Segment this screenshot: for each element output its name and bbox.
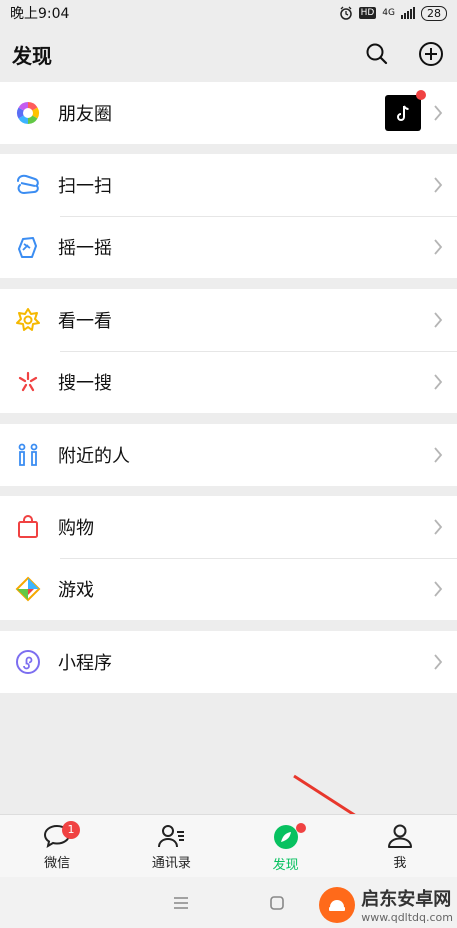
chevron-right-icon (434, 581, 443, 597)
me-icon (387, 824, 412, 848)
search-button[interactable] (363, 40, 391, 68)
chevron-right-icon (434, 654, 443, 670)
search-icon (14, 368, 42, 396)
mini-programs-group: 小程序 (0, 631, 457, 693)
menu-item-label: 朋友圈 (58, 104, 112, 125)
tab-label: 我 (393, 856, 407, 871)
watermark: 启东安卓网 www.qdltdq.com (319, 885, 453, 924)
shopping-games-group: 购物 游戏 (0, 496, 457, 620)
menu-item-label: 小程序 (58, 653, 112, 674)
chevron-right-icon (434, 447, 443, 463)
menu-item-shake[interactable]: 摇一摇 (0, 216, 457, 278)
tab-me[interactable]: 我 (343, 815, 457, 878)
menu-item-moments[interactable]: 朋友圈 (0, 82, 457, 144)
games-icon (14, 575, 42, 603)
chevron-right-icon (434, 519, 443, 535)
tab-label: 通讯录 (151, 856, 191, 871)
menu-item-label: 游戏 (58, 580, 94, 601)
page-title: 发现 (12, 43, 52, 68)
new-post-dot (416, 90, 426, 100)
shopping-icon (14, 513, 42, 541)
status-time: 晚上9:04 (10, 6, 70, 22)
alarm-icon (339, 6, 352, 20)
contacts-icon (158, 825, 185, 848)
unread-badge: 1 (62, 821, 80, 839)
watermark-logo-icon (319, 886, 356, 923)
tab-contacts[interactable]: 通讯录 (114, 815, 228, 878)
menu-item-people-nearby[interactable]: 附近的人 (0, 424, 457, 486)
battery-indicator: 28 (421, 5, 447, 21)
top-bar: 发现 (0, 26, 457, 82)
add-button[interactable] (417, 40, 445, 68)
menu-item-label: 扫一扫 (58, 176, 112, 197)
chevron-right-icon (434, 177, 443, 193)
moments-group: 朋友圈 (0, 82, 457, 144)
tab-label: 微信 (44, 856, 71, 871)
status-icons: HD 4G 28 (339, 5, 447, 21)
plus-circle-icon (419, 42, 443, 66)
status-bar: 晚上9:04 HD 4G 28 (0, 0, 457, 26)
new-dot (295, 823, 306, 833)
people-nearby-icon (14, 441, 42, 469)
shake-icon (14, 233, 42, 261)
tiktok-icon (397, 105, 409, 121)
chevron-right-icon (434, 105, 443, 121)
menu-item-mini-programs[interactable]: 小程序 (0, 631, 457, 693)
moments-icon (14, 99, 42, 127)
chevron-right-icon (434, 374, 443, 390)
tab-chats[interactable]: 1 微信 (0, 815, 114, 878)
menu-item-games[interactable]: 游戏 (0, 558, 457, 620)
scan-shake-group: 扫一扫 摇一摇 (0, 154, 457, 278)
menu-item-label: 看一看 (58, 311, 112, 332)
scan-icon (14, 171, 42, 199)
menu-item-label: 搜一搜 (58, 373, 112, 394)
menu-item-label: 摇一摇 (58, 238, 112, 259)
menu-item-search[interactable]: 搜一搜 (0, 351, 457, 413)
home-icon[interactable] (269, 895, 285, 911)
menu-item-shopping[interactable]: 购物 (0, 496, 457, 558)
menu-item-label: 购物 (58, 518, 94, 539)
menu-item-top-stories[interactable]: 看一看 (0, 289, 457, 351)
search-icon (366, 43, 388, 65)
menu-item-label: 附近的人 (58, 446, 130, 467)
tab-discover[interactable]: 发现 (229, 815, 343, 878)
watermark-url: www.qdltdq.com (361, 911, 453, 924)
people-nearby-group: 附近的人 (0, 424, 457, 486)
menu-item-scan[interactable]: 扫一扫 (0, 154, 457, 216)
signal-icon (401, 7, 415, 19)
moments-thumbnail (385, 90, 426, 131)
mini-programs-icon (14, 648, 42, 676)
tab-label: 发现 (272, 858, 299, 873)
chevron-right-icon (434, 312, 443, 328)
stories-search-group: 看一看 搜一搜 (0, 289, 457, 413)
network-type: 4G (382, 8, 395, 18)
bottom-tab-bar: 1 微信 通讯录 发现 我 (0, 814, 457, 878)
hd-icon: HD (358, 7, 377, 19)
top-stories-icon (14, 306, 42, 334)
watermark-title: 启东安卓网 (361, 889, 452, 910)
chevron-right-icon (434, 239, 443, 255)
menu-icon[interactable] (173, 896, 189, 910)
